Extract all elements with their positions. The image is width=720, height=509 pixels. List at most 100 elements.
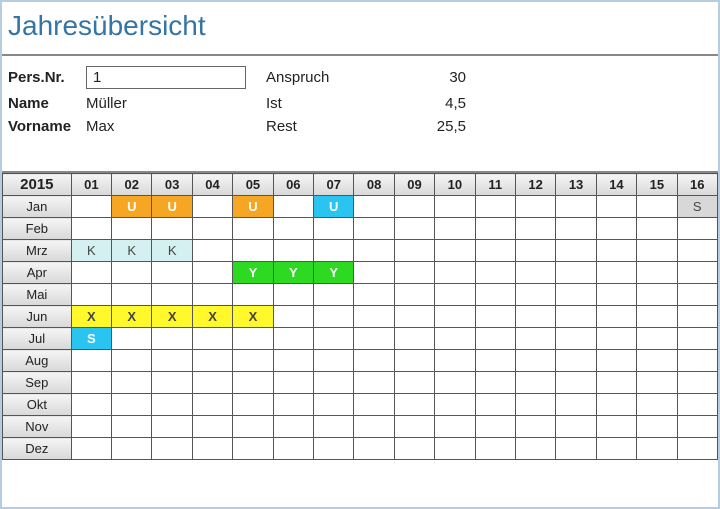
calendar-cell[interactable]: [273, 372, 313, 394]
calendar-cell[interactable]: [354, 438, 394, 460]
calendar-cell[interactable]: [394, 218, 434, 240]
calendar-cell[interactable]: [637, 218, 677, 240]
calendar-cell[interactable]: [556, 196, 596, 218]
calendar-cell[interactable]: [314, 438, 354, 460]
calendar-cell[interactable]: [596, 416, 636, 438]
calendar-cell[interactable]: [475, 218, 515, 240]
calendar-cell[interactable]: [677, 416, 717, 438]
calendar-cell[interactable]: [515, 328, 555, 350]
calendar-cell[interactable]: [556, 372, 596, 394]
calendar-cell[interactable]: [596, 284, 636, 306]
calendar-table[interactable]: 201501020304050607080910111213141516JanU…: [2, 173, 718, 460]
calendar-cell[interactable]: [515, 284, 555, 306]
calendar-cell[interactable]: [71, 218, 111, 240]
calendar-cell[interactable]: [596, 218, 636, 240]
calendar-cell[interactable]: [435, 262, 475, 284]
calendar-cell[interactable]: [354, 262, 394, 284]
calendar-cell[interactable]: [475, 262, 515, 284]
calendar-cell[interactable]: [152, 350, 192, 372]
calendar-cell[interactable]: [71, 416, 111, 438]
calendar-cell[interactable]: [515, 306, 555, 328]
calendar-cell[interactable]: [273, 218, 313, 240]
calendar-cell[interactable]: [314, 218, 354, 240]
calendar-cell[interactable]: K: [71, 240, 111, 262]
calendar-cell[interactable]: [677, 350, 717, 372]
calendar-cell[interactable]: [152, 372, 192, 394]
calendar-cell[interactable]: [394, 416, 434, 438]
calendar-cell[interactable]: [637, 372, 677, 394]
calendar-cell[interactable]: [71, 372, 111, 394]
calendar-cell[interactable]: [435, 416, 475, 438]
calendar-cell[interactable]: U: [233, 196, 273, 218]
calendar-cell[interactable]: [273, 416, 313, 438]
calendar-cell[interactable]: [515, 196, 555, 218]
calendar-cell[interactable]: [112, 438, 152, 460]
calendar-cell[interactable]: [192, 240, 232, 262]
calendar-cell[interactable]: [435, 394, 475, 416]
calendar-cell[interactable]: [192, 284, 232, 306]
calendar-cell[interactable]: [596, 438, 636, 460]
calendar-cell[interactable]: [71, 196, 111, 218]
calendar-cell[interactable]: [112, 262, 152, 284]
calendar-cell[interactable]: [637, 416, 677, 438]
calendar-cell[interactable]: [112, 372, 152, 394]
calendar-cell[interactable]: [394, 328, 434, 350]
calendar-cell[interactable]: [233, 218, 273, 240]
calendar-cell[interactable]: [596, 350, 636, 372]
calendar-cell[interactable]: [192, 218, 232, 240]
calendar-cell[interactable]: [515, 416, 555, 438]
calendar-cell[interactable]: [152, 438, 192, 460]
calendar-cell[interactable]: [596, 262, 636, 284]
calendar-cell[interactable]: S: [677, 196, 717, 218]
calendar-cell[interactable]: [192, 328, 232, 350]
calendar-cell[interactable]: [192, 196, 232, 218]
calendar-cell[interactable]: [152, 328, 192, 350]
calendar-cell[interactable]: [71, 438, 111, 460]
calendar-cell[interactable]: [515, 240, 555, 262]
calendar-cell[interactable]: [435, 438, 475, 460]
calendar-cell[interactable]: [435, 284, 475, 306]
calendar-cell[interactable]: [515, 394, 555, 416]
calendar-cell[interactable]: [192, 350, 232, 372]
calendar-cell[interactable]: [354, 350, 394, 372]
calendar-cell[interactable]: S: [71, 328, 111, 350]
calendar-cell[interactable]: [596, 306, 636, 328]
calendar-cell[interactable]: [435, 350, 475, 372]
calendar-cell[interactable]: [152, 262, 192, 284]
calendar-cell[interactable]: X: [71, 306, 111, 328]
calendar-cell[interactable]: X: [192, 306, 232, 328]
calendar-cell[interactable]: [596, 196, 636, 218]
calendar-cell[interactable]: [556, 306, 596, 328]
calendar-cell[interactable]: K: [152, 240, 192, 262]
calendar-cell[interactable]: [475, 350, 515, 372]
calendar-cell[interactable]: [152, 416, 192, 438]
calendar-cell[interactable]: Y: [233, 262, 273, 284]
calendar-cell[interactable]: [112, 350, 152, 372]
calendar-cell[interactable]: [556, 284, 596, 306]
calendar-cell[interactable]: U: [314, 196, 354, 218]
calendar-cell[interactable]: [192, 372, 232, 394]
calendar-cell[interactable]: [314, 416, 354, 438]
calendar-cell[interactable]: [556, 240, 596, 262]
calendar-cell[interactable]: [556, 394, 596, 416]
calendar-cell[interactable]: [394, 372, 434, 394]
calendar-cell[interactable]: [556, 262, 596, 284]
calendar-cell[interactable]: [354, 416, 394, 438]
calendar-cell[interactable]: [475, 284, 515, 306]
calendar-cell[interactable]: X: [112, 306, 152, 328]
calendar-cell[interactable]: [71, 394, 111, 416]
calendar-cell[interactable]: [475, 416, 515, 438]
calendar-cell[interactable]: [677, 438, 717, 460]
calendar-cell[interactable]: [233, 372, 273, 394]
calendar-cell[interactable]: [233, 416, 273, 438]
calendar-cell[interactable]: [475, 438, 515, 460]
calendar-cell[interactable]: [637, 240, 677, 262]
calendar-cell[interactable]: [354, 306, 394, 328]
calendar-cell[interactable]: X: [152, 306, 192, 328]
calendar-cell[interactable]: [677, 372, 717, 394]
calendar-cell[interactable]: [637, 328, 677, 350]
calendar-cell[interactable]: [435, 306, 475, 328]
calendar-cell[interactable]: [152, 218, 192, 240]
calendar-cell[interactable]: [515, 438, 555, 460]
calendar-cell[interactable]: [596, 394, 636, 416]
